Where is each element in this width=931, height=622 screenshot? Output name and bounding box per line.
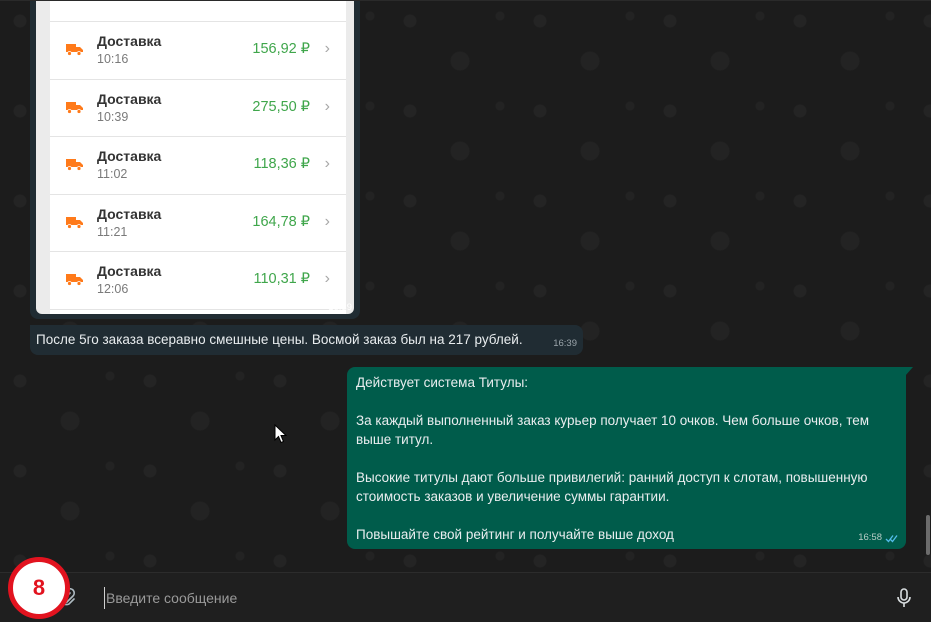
delivery-title: Доставка [97,90,162,107]
delivery-time: 10:16 [97,52,129,66]
chevron-right-icon: › [324,270,330,288]
delivery-time: 11:21 [97,224,128,239]
message-time: 16:58 [858,532,882,543]
truck-icon [66,274,83,287]
message-input[interactable] [104,587,864,609]
chevron-right-icon: › [324,40,330,57]
delivery-amount: 110,31 ₽ [253,271,310,288]
delivery-amount: 164,78 ₽ [252,213,310,230]
screenshot-image[interactable]: Доставка 10:16 156,92 ₽ › Доставка 10:39 275,5… [36,1,354,314]
message-paragraph: Действует система Титулы: [356,375,529,390]
message-paragraph: Повышайте свой рейтинг и получайте выше … [356,527,674,542]
delivery-row: Доставка 10:16 156,92 ₽ › [50,22,346,80]
chevron-right-icon: › [324,155,330,173]
delivery-amount: 156,92 ₽ [252,41,310,57]
delivery-amount: 118,36 ₽ [253,156,310,173]
delivery-list: Доставка 10:16 156,92 ₽ › Доставка 10:39 275,5… [50,1,346,314]
step-number-badge: 8 [8,557,70,619]
message-time: 16:39 [328,302,352,313]
delivery-time: 11:02 [97,167,128,182]
message-time: 16:39 [553,338,577,349]
delivery-time: 12:06 [97,282,129,297]
incoming-message[interactable]: После 5го заказа всеравно смешные цены. … [30,325,583,355]
list-top-edge [50,1,346,22]
chat-area: Доставка 10:16 156,92 ₽ › Доставка 10:39 275,5… [0,0,931,572]
chevron-right-icon: › [324,97,330,115]
delivery-row: Доставка 10:39 275,50 ₽ › [50,80,346,138]
delivery-title: Доставка [97,205,162,222]
image-message[interactable]: Доставка 10:16 156,92 ₽ › Доставка 10:39 275,5… [30,1,360,319]
bubble-tail [905,367,913,376]
delivery-title: Доставка [97,33,162,49]
truck-icon [66,216,83,229]
delivery-row: Доставка 11:02 118,36 ₽ › [50,137,346,195]
truck-icon [66,101,83,114]
chevron-right-icon: › [324,212,330,230]
delivery-amount: 275,50 ₽ [252,98,310,115]
delivery-row: Доставка 11:21 164,78 ₽ › [50,195,346,253]
message-composer [0,572,931,622]
microphone-icon[interactable] [895,588,913,609]
delivery-title: Доставка [97,148,162,165]
truck-icon [66,159,83,172]
message-paragraph: Высокие титулы дают больше привилегий: р… [356,470,868,504]
delivery-row: Доставка 12:06 110,31 ₽ › [50,252,346,310]
message-paragraph: За каждый выполненный заказ курьер получ… [356,413,870,447]
badge-label: 8 [32,575,46,600]
delivery-time: 10:39 [97,109,129,124]
message-text: После 5го заказа всеравно смешные цены. … [36,332,523,347]
mouse-cursor-icon [274,424,288,444]
scrollbar-thumb[interactable] [926,515,930,555]
outgoing-message[interactable]: Действует система Титулы: За каждый выпо… [347,367,913,549]
truck-icon [66,44,83,56]
double-check-icon [885,535,898,543]
delivery-title: Доставка [97,263,162,280]
